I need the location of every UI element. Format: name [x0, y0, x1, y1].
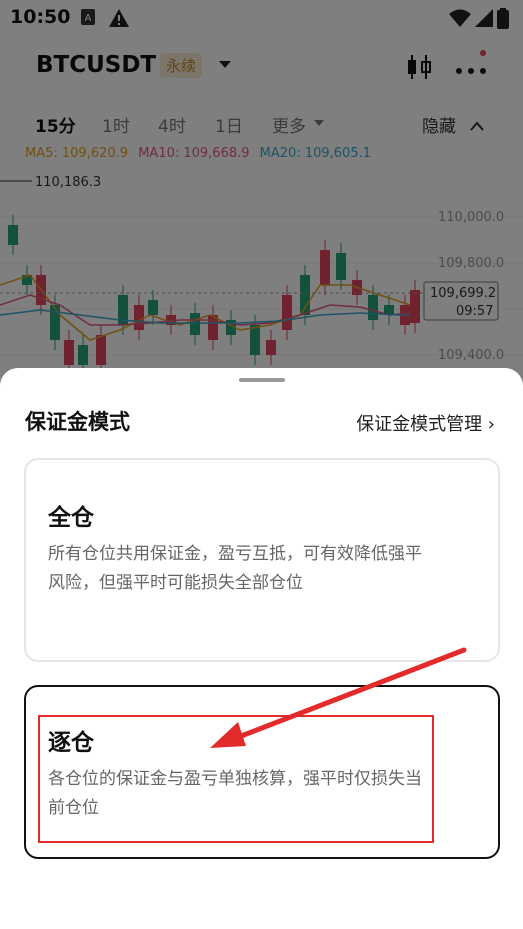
option-description: 所有仓位共用保证金，盈亏互抵，可有效降低强平风险，但强平时可能损失全部仓位 [48, 544, 422, 593]
cross-margin-option[interactable]: 全仓 所有仓位共用保证金，盈亏互抵，可有效降低强平风险，但强平时可能损失全部仓位 [24, 458, 500, 662]
margin-mode-sheet: 保证金模式 保证金模式管理 › 全仓 所有仓位共用保证金，盈亏互抵，可有效降低强… [0, 368, 523, 929]
drag-handle[interactable] [239, 378, 285, 382]
margin-mode-manage-link[interactable]: 保证金模式管理 › [356, 410, 495, 436]
annotation-highlight-box [38, 715, 434, 843]
option-title: 全仓 [48, 505, 94, 531]
sheet-title: 保证金模式 [25, 410, 130, 434]
app-screen: 10:50 A BTCUSDT 永续 [0, 0, 523, 929]
